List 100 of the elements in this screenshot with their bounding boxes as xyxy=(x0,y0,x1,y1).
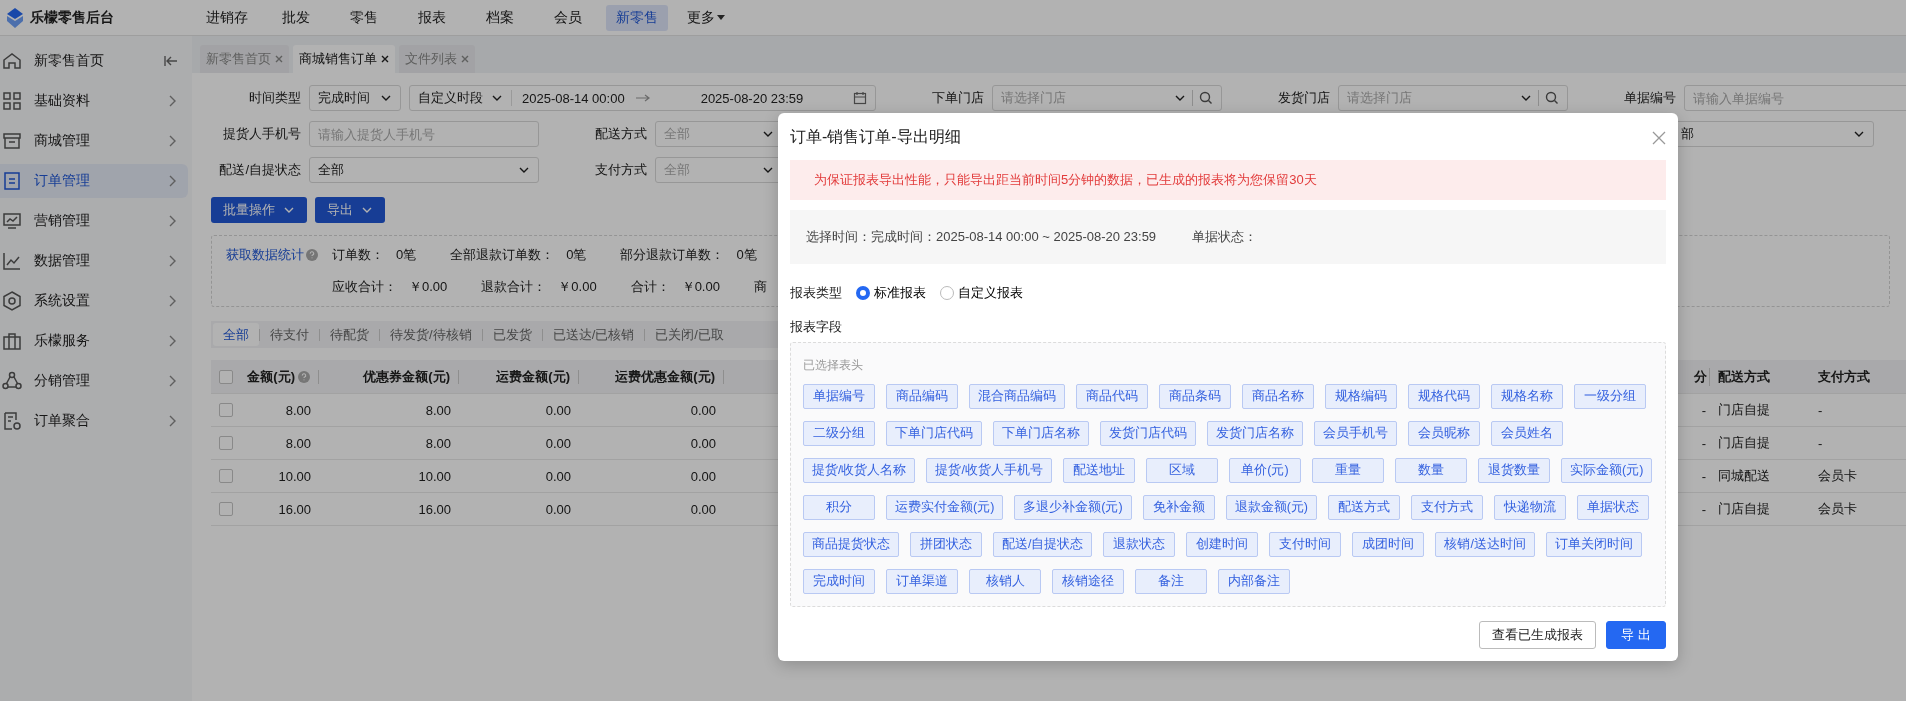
field-tag[interactable]: 配送地址 xyxy=(1062,458,1135,483)
sidebar-item[interactable]: 分销管理 xyxy=(0,364,188,398)
status-tab[interactable]: 待支付 xyxy=(260,323,319,346)
nav-tab[interactable]: 新零售 xyxy=(606,4,668,31)
field-tag[interactable]: 完成时间 xyxy=(803,569,875,594)
field-tag[interactable]: 下单门店代码 xyxy=(886,421,982,446)
field-tag[interactable]: 支付时间 xyxy=(1269,532,1342,557)
nav-tab[interactable]: 批发 xyxy=(266,4,326,31)
nav-tab[interactable]: 进销存 xyxy=(196,4,258,31)
field-tag[interactable]: 提货/收货人名称 xyxy=(803,458,916,483)
page-tab[interactable]: 新零售首页 xyxy=(200,45,289,73)
field-tag[interactable]: 内部备注 xyxy=(1218,569,1290,594)
field-tag[interactable]: 退款金额(元) xyxy=(1225,495,1317,520)
status-tab[interactable]: 已送达/已核销 xyxy=(542,323,645,346)
field-tag[interactable]: 拼团状态 xyxy=(910,532,982,557)
close-button[interactable] xyxy=(1652,130,1666,145)
sidebar-item[interactable]: 新零售首页 xyxy=(0,44,188,78)
field-tag[interactable]: 核销途径 xyxy=(1052,569,1124,594)
dropdown-button[interactable]: 批量操作 xyxy=(211,197,307,223)
sidebar-item[interactable]: 订单聚合 xyxy=(0,404,188,438)
status-tab[interactable]: 全部 xyxy=(213,323,259,346)
field-tag[interactable]: 规格代码 xyxy=(1408,384,1480,409)
nav-tab[interactable]: 更多 xyxy=(676,4,736,31)
radio-option[interactable]: 自定义报表 xyxy=(940,284,1023,302)
nav-tab[interactable]: 报表 xyxy=(402,4,462,31)
field-tag[interactable]: 商品提货状态 xyxy=(803,532,899,557)
select-field[interactable]: 完成时间 xyxy=(309,85,401,111)
export-button[interactable]: 导出 xyxy=(1606,621,1666,649)
field-tag[interactable]: 备注 xyxy=(1135,569,1207,594)
field-tag[interactable]: 创建时间 xyxy=(1186,532,1259,557)
field-tag[interactable]: 多退少补金额(元) xyxy=(1014,495,1132,520)
field-tag[interactable]: 免补金额 xyxy=(1142,495,1215,520)
status-tab[interactable]: 已发货 xyxy=(482,323,542,346)
checkbox[interactable] xyxy=(219,436,233,450)
field-tag[interactable]: 一级分组 xyxy=(1574,384,1646,409)
sidebar-item[interactable]: 乐檬服务 xyxy=(0,324,188,358)
checkbox[interactable] xyxy=(219,502,233,516)
field-tag[interactable]: 数量 xyxy=(1394,458,1467,483)
field-tag[interactable]: 退货数量 xyxy=(1477,458,1550,483)
column-header: 运费优惠金额(元) xyxy=(615,367,715,386)
field-tag[interactable]: 区域 xyxy=(1145,458,1218,483)
field-tag[interactable]: 实际金额(元) xyxy=(1560,458,1653,483)
field-tag[interactable]: 商品代码 xyxy=(1076,384,1148,409)
sidebar-item[interactable]: 订单管理 xyxy=(0,164,188,198)
stats-link[interactable]: 获取数据统计 xyxy=(226,246,318,264)
checkbox[interactable] xyxy=(219,403,233,417)
sidebar-item[interactable]: 系统设置 xyxy=(0,284,188,318)
nav-tab[interactable]: 会员 xyxy=(538,4,598,31)
field-tag[interactable]: 提货/收货人手机号 xyxy=(926,458,1052,483)
page-tab[interactable]: 商城销售订单 xyxy=(293,45,395,73)
sidebar-item[interactable]: 商城管理 xyxy=(0,124,188,158)
field-tag[interactable]: 会员昵称 xyxy=(1408,421,1480,446)
page-tab[interactable]: 文件列表 xyxy=(399,45,475,73)
nav-tab[interactable]: 零售 xyxy=(334,4,394,31)
field-tag[interactable]: 配送/自提状态 xyxy=(993,532,1093,557)
sidebar-item[interactable]: 数据管理 xyxy=(0,244,188,278)
field-tag[interactable]: 配送方式 xyxy=(1328,495,1400,520)
field-tag[interactable]: 成团时间 xyxy=(1352,532,1425,557)
field-tag[interactable]: 运费实付金额(元) xyxy=(886,495,1004,520)
field-tag[interactable]: 商品编码 xyxy=(886,384,958,409)
field-tag[interactable]: 单据状态 xyxy=(1577,495,1649,520)
date-range-field[interactable]: 自定义时段 2025-08-14 00:00 2025-08-20 23:59 xyxy=(409,85,876,111)
stat-label: 应收合计： xyxy=(332,278,397,296)
field-tag[interactable]: 二级分组 xyxy=(803,421,875,446)
sidebar-item[interactable]: 营销管理 xyxy=(0,204,188,238)
stat-value: ￥0.00 xyxy=(681,278,720,296)
field-tag[interactable]: 单据编号 xyxy=(803,384,875,409)
field-tag[interactable]: 会员手机号 xyxy=(1314,421,1397,446)
radio-option[interactable]: 标准报表 xyxy=(856,284,926,302)
field-tag[interactable]: 单价(元) xyxy=(1228,458,1301,483)
field-tag[interactable]: 核销/送达时间 xyxy=(1435,532,1535,557)
close-icon[interactable] xyxy=(381,55,389,63)
field-tag[interactable]: 规格编码 xyxy=(1325,384,1397,409)
field-tag[interactable]: 规格名称 xyxy=(1491,384,1563,409)
field-tag[interactable]: 退款状态 xyxy=(1103,532,1176,557)
collapse-icon[interactable] xyxy=(164,55,178,67)
field-tag[interactable]: 会员姓名 xyxy=(1491,421,1563,446)
field-tag[interactable]: 发货门店名称 xyxy=(1207,421,1303,446)
status-tab[interactable]: 待发货/待核销 xyxy=(380,323,482,346)
field-tag[interactable]: 混合商品编码 xyxy=(969,384,1065,409)
sidebar-item[interactable]: 基础资料 xyxy=(0,84,188,118)
field-tag[interactable]: 支付方式 xyxy=(1411,495,1483,520)
nav-tab[interactable]: 档案 xyxy=(470,4,530,31)
status-tab[interactable]: 已关闭/已取 xyxy=(645,323,734,346)
field-tag[interactable]: 快递物流 xyxy=(1494,495,1566,520)
field-tag[interactable]: 商品名称 xyxy=(1242,384,1314,409)
field-tag[interactable]: 发货门店代码 xyxy=(1100,421,1196,446)
field-tag[interactable]: 积分 xyxy=(803,495,875,520)
checkbox[interactable] xyxy=(219,369,233,384)
dropdown-button[interactable]: 导出 xyxy=(315,197,385,223)
field-tag[interactable]: 订单关闭时间 xyxy=(1545,532,1642,557)
field-tag[interactable]: 重量 xyxy=(1311,458,1384,483)
checkbox[interactable] xyxy=(219,469,233,483)
field-tag[interactable]: 订单渠道 xyxy=(886,569,958,594)
field-tag[interactable]: 商品条码 xyxy=(1159,384,1231,409)
field-tag[interactable]: 下单门店名称 xyxy=(993,421,1089,446)
view-reports-button[interactable]: 查看已生成报表 xyxy=(1479,621,1596,649)
status-tab[interactable]: 待配货 xyxy=(320,323,379,346)
select-field[interactable]: 全部 xyxy=(309,157,539,183)
field-tag[interactable]: 核销人 xyxy=(969,569,1041,594)
